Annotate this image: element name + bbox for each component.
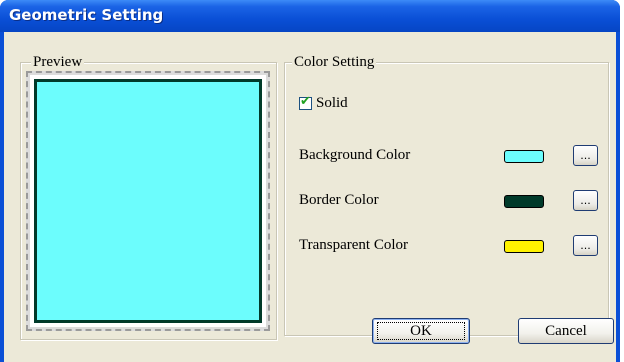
background-color-picker-button[interactable]: ... [573,145,598,166]
solid-checkbox[interactable]: ✔ [299,94,312,110]
dialog-window: Geometric Setting Preview Color Setting … [0,0,620,362]
background-color-swatch [504,150,544,163]
check-icon: ✔ [300,94,311,109]
title-bar[interactable]: Geometric Setting [0,0,620,32]
solid-checkbox-row[interactable]: ✔ Solid [299,94,348,112]
window-title: Geometric Setting [9,6,164,24]
border-color-picker-button[interactable]: ... [573,190,598,211]
preview-group-label: Preview [31,54,85,71]
border-color-swatch [504,195,544,208]
color-setting-group-label: Color Setting [292,54,377,71]
dialog-body: Preview Color Setting ✔ Solid Background… [4,32,616,362]
transparent-color-swatch [504,240,544,253]
border-color-label: Border Color [299,192,379,208]
color-setting-group: Color Setting ✔ Solid Background Color .… [284,54,609,336]
preview-selection-frame [26,71,270,331]
border-color-row: Border Color ... [299,190,604,212]
transparent-color-picker-button[interactable]: ... [573,235,598,256]
ok-button[interactable]: OK [372,318,470,344]
transparent-color-label: Transparent Color [299,237,409,253]
background-color-row: Background Color ... [299,145,604,167]
transparent-color-row: Transparent Color ... [299,235,604,257]
focus-ring [377,322,465,340]
preview-group: Preview [20,54,277,340]
background-color-label: Background Color [299,147,411,163]
preview-canvas [30,75,266,327]
cancel-button-label: Cancel [545,323,587,339]
cancel-button[interactable]: Cancel [518,318,614,344]
solid-checkbox-label: Solid [316,95,348,111]
preview-shape [34,79,262,323]
